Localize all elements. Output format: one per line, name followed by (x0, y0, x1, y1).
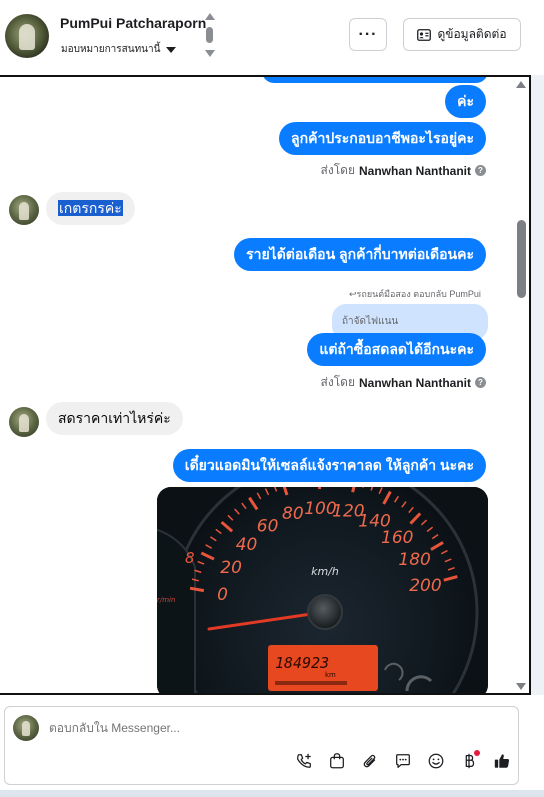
speedometer-photo[interactable]: 0 20 40 60 80 100 120 140 160 180 200 8 r/min km/h… (157, 487, 488, 693)
help-icon[interactable]: ? (475, 165, 486, 176)
speed-label: 180 (398, 550, 430, 570)
thread-scrollbar[interactable] (513, 77, 529, 693)
sender-name: Nanwhan Nanthanit (358, 375, 471, 390)
contact-avatar[interactable] (5, 14, 49, 58)
caret-down-icon (166, 46, 177, 53)
speedometer-gauge: 020406080 100120140160180200 8 r/min km/h… (157, 487, 488, 693)
notification-dot (474, 750, 480, 756)
side-gutter (531, 75, 544, 695)
saved-reply-icon[interactable] (392, 750, 414, 772)
sent-by-label: ส่งโดย Nanwhan Nanthanit ? (321, 373, 486, 392)
reply-input[interactable] (49, 721, 349, 735)
scroll-thumb[interactable] (206, 27, 213, 43)
outgoing-message[interactable]: รายได้ต่อเดือน ลูกค้ากี่บาทต่อเดือนคะ (234, 238, 486, 271)
odometer-unit: km (325, 671, 336, 679)
emoji-icon[interactable] (425, 750, 447, 772)
attachment-icon[interactable] (359, 750, 381, 772)
page-avatar (13, 715, 39, 741)
outgoing-message[interactable]: แต่ถ้าซื้อสดลดได้อีกนะคะ (307, 333, 486, 366)
outgoing-message[interactable]: เดี๋ยวแอดมินให้เซลล์แจ้งราคาลด ให้ลูกค้า… (172, 449, 486, 482)
conversation-header: PumPui Patcharaporn มอบหมายการสนทนานี้ ·… (0, 0, 544, 75)
assign-label: มอบหมายการสนทนานี้ (61, 44, 161, 55)
incoming-message[interactable]: เกตรกรค่ะ (46, 192, 135, 225)
outgoing-message[interactable]: ลูกค้าประกอบอาชีพอะไรอยู่คะ (279, 122, 486, 155)
scroll-up-arrow-icon[interactable] (205, 13, 215, 20)
major-tick (318, 487, 322, 490)
shopping-bag-icon[interactable] (326, 750, 348, 772)
help-icon[interactable]: ? (475, 377, 486, 388)
speed-label: 80 (282, 504, 304, 524)
speed-unit: km/h (311, 565, 339, 578)
speed-label: 60 (257, 516, 279, 536)
selected-text[interactable]: เกตรกรค่ะ (58, 200, 123, 216)
scroll-down-arrow-icon[interactable] (516, 683, 526, 690)
view-contact-label: ดูข้อมูลติดต่อ (437, 27, 507, 41)
tacho-digit: 8 (185, 549, 195, 567)
call-add-icon[interactable] (293, 750, 315, 772)
needle-hub (307, 594, 343, 630)
outgoing-bubble-partial[interactable] (262, 77, 488, 83)
baht-payment-icon[interactable] (458, 750, 480, 772)
speed-label: 0 (217, 585, 228, 605)
contact-name[interactable]: PumPui Patcharaporn (60, 15, 206, 31)
assign-conversation-dropdown[interactable]: มอบหมายการสนทนานี้ (61, 42, 177, 57)
header-scrollbar[interactable] (204, 13, 216, 59)
composer-toolbar (293, 749, 513, 773)
speed-label: 200 (409, 576, 441, 596)
message-thread[interactable]: ค่ะ ลูกค้าประกอบอาชีพอะไรอยู่คะ ส่งโดย N… (0, 75, 531, 695)
odometer-value: 184923 (275, 654, 329, 672)
sent-by-label: ส่งโดย Nanwhan Nanthanit ? (321, 161, 486, 180)
speed-label: 40 (236, 535, 258, 555)
view-contact-button[interactable]: ดูข้อมูลติดต่อ (403, 18, 521, 51)
reply-context-label: ↩รถยนต์มือสอง ตอบกลับ PumPui (349, 289, 481, 299)
speed-label: 20 (220, 558, 242, 578)
outgoing-message[interactable]: ค่ะ (445, 85, 486, 118)
scroll-up-arrow-icon[interactable] (516, 81, 526, 88)
more-options-button[interactable]: ··· (349, 18, 387, 51)
customer-avatar[interactable] (9, 195, 39, 225)
reply-composer[interactable] (4, 706, 519, 785)
scroll-down-arrow-icon[interactable] (205, 50, 215, 57)
scroll-thumb[interactable] (517, 220, 526, 298)
customer-avatar[interactable] (9, 407, 39, 437)
speed-label: 160 (381, 528, 413, 548)
window-bottom-edge (0, 790, 544, 797)
incoming-message[interactable]: สดราคาเท่าไหร่ค่ะ (46, 402, 183, 435)
like-icon[interactable] (491, 750, 513, 772)
sender-name: Nanwhan Nanthanit (358, 163, 471, 178)
contact-card-icon (417, 28, 432, 41)
tacho-unit: r/min (157, 596, 175, 604)
